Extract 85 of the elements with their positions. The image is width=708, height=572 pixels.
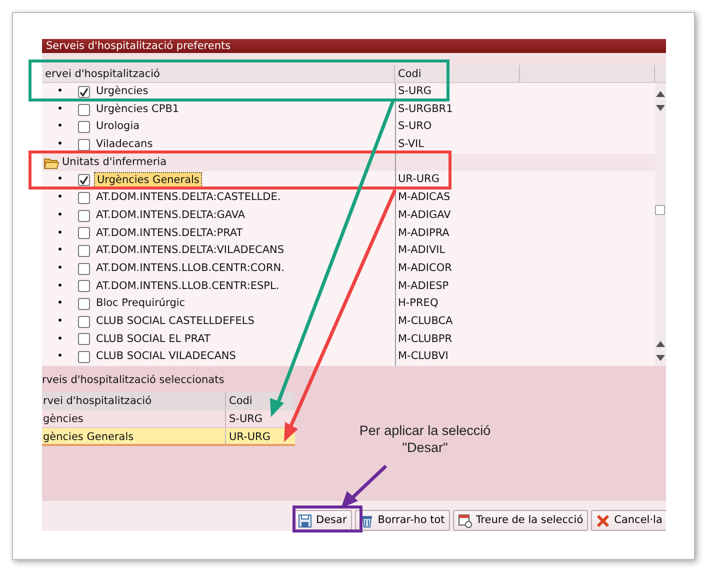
column-header[interactable]: ervei d'hospitalització (42, 65, 395, 82)
checkbox[interactable] (78, 227, 90, 240)
tree-item[interactable]: CLUB SOCIAL EL PRAT (94, 330, 212, 348)
checkbox[interactable] (78, 280, 90, 292)
code-cell: S-URGBR1 (395, 100, 520, 118)
code-cell: S-URG (395, 83, 520, 101)
toolbar-button[interactable]: Treure de la selecció (452, 510, 588, 531)
tree-item[interactable]: AT.DOM.INTENS.DELTA:VILADECANS (94, 242, 286, 260)
bullet-text: • (56, 190, 64, 206)
trash-icon (360, 514, 374, 528)
checkbox[interactable] (78, 316, 90, 328)
tree-item[interactable]: AT.DOM.INTENS.LLOB.CENTR:CORN. (94, 260, 286, 278)
window-title: Serveis d'hospitalització preferents (42, 39, 666, 53)
check-icon (79, 86, 89, 97)
checkbox[interactable] (78, 351, 90, 364)
bullet-text: • (56, 314, 64, 329)
highlight-frame (292, 506, 362, 532)
bullet-text: • (56, 260, 64, 276)
code-cell: S-URO (395, 118, 520, 136)
code-cell: M-ADIVIL (395, 242, 520, 260)
close-icon (596, 514, 610, 528)
code-cell: M-CLUBCA (395, 312, 520, 331)
checkbox[interactable] (78, 192, 90, 204)
bullet-text: • (56, 137, 64, 152)
bullet-text: • (56, 84, 64, 99)
tree-item[interactable]: CLUB SOCIAL CASTELLDEFELS (94, 312, 256, 331)
tree-item[interactable]: Viladecans (94, 136, 155, 154)
folder-icon[interactable] (44, 156, 59, 169)
checkbox[interactable] (78, 121, 90, 134)
section-title: rveis d'hospitalització seleccionats (42, 373, 226, 388)
table-cell[interactable]: gències Generals (42, 428, 225, 444)
scroll-up-icon[interactable] (656, 91, 665, 97)
bullet-text: • (56, 278, 64, 294)
tree-item[interactable]: Urgències Generals (94, 172, 202, 188)
scroll-down-icon[interactable] (656, 105, 665, 111)
column-header[interactable]: rvei d'hospitalització (42, 392, 225, 410)
bullet-text: • (56, 296, 64, 312)
checkbox[interactable] (78, 138, 90, 151)
tree-item[interactable]: Bloc Prequirúrgic (94, 295, 188, 313)
bullet-text: • (56, 102, 64, 117)
column-header[interactable]: Codi (395, 65, 520, 82)
bullet-text: • (56, 332, 64, 347)
annotation-arrow (341, 464, 388, 508)
checkbox[interactable] (78, 245, 90, 258)
checkbox[interactable] (78, 174, 90, 186)
code-cell: M-ADIPRA (395, 224, 520, 242)
code-cell: M-ADICAS (395, 189, 520, 207)
scroll-up-icon[interactable] (656, 341, 665, 347)
tree-item[interactable]: Urgències (94, 83, 150, 101)
code-cell: M-ADIESP (395, 278, 520, 296)
toolbar-button[interactable]: Desar (293, 510, 352, 531)
code-cell: H-PREQ (395, 295, 520, 313)
tree-item[interactable]: Urgències CPB1 (94, 100, 182, 118)
checkbox[interactable] (78, 104, 90, 116)
checkbox[interactable] (78, 298, 90, 310)
code-cell: UR-URG (395, 171, 520, 190)
tree-item[interactable]: AT.DOM.INTENS.DELTA:PRAT (94, 224, 245, 242)
table-cell[interactable]: gències (42, 410, 225, 428)
checkbox[interactable] (78, 333, 90, 346)
bullet-text: • (56, 349, 64, 364)
bullet-text: • (56, 208, 64, 223)
checkbox[interactable] (78, 86, 90, 98)
bullet-text: • (56, 119, 64, 134)
bullet-text: • (56, 243, 64, 258)
tree-item[interactable]: AT.DOM.INTENS.DELTA:CASTELLDE. (94, 189, 283, 207)
table-remove-icon (458, 514, 472, 528)
toolbar-button[interactable]: Borrar-ho tot (354, 510, 450, 531)
checkbox[interactable] (78, 262, 90, 275)
checkbox[interactable] (78, 210, 90, 222)
code-cell: M-ADIGAV (395, 206, 520, 224)
code-cell: M-CLUBPR (395, 330, 520, 348)
scroll-thumb[interactable] (655, 205, 665, 215)
annotation-text: Per aplicar la selecció "Desar" (358, 422, 492, 456)
scroll-down-icon[interactable] (656, 355, 665, 361)
code-cell: M-ADICOR (395, 260, 520, 278)
tree-item[interactable]: Urologia (94, 118, 142, 136)
bullet-text: • (56, 226, 64, 240)
check-icon (79, 175, 89, 186)
toolbar-button[interactable]: Cancel·la (591, 510, 666, 531)
save-icon (298, 514, 312, 528)
folder-label: Unitats d'infermeria (62, 154, 167, 170)
tree-item[interactable]: AT.DOM.INTENS.DELTA:GAVA (94, 206, 248, 225)
bullet-text: • (56, 172, 64, 188)
tree-item[interactable]: CLUB SOCIAL VILADECANS (94, 348, 238, 366)
tree-item[interactable]: AT.DOM.INTENS.LLOB.CENTR:ESPL. (94, 278, 282, 296)
